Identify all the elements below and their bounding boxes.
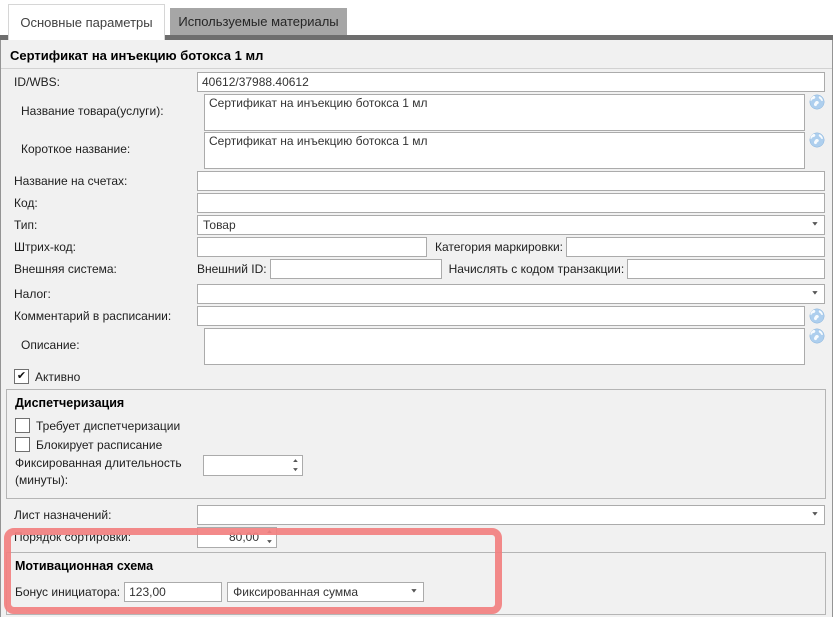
transaction-code-label: Начислять с кодом транзакции: <box>449 262 625 276</box>
row-requires-dispatch: Требует диспетчеризации <box>7 418 825 433</box>
stepper-buttons: ▲ ▼ <box>289 456 302 475</box>
globe-icon[interactable] <box>809 94 825 110</box>
external-id-input[interactable] <box>270 259 442 279</box>
dispatch-group-title: Диспетчеризация <box>7 393 825 414</box>
scheme-type-value: Фиксированная сумма <box>233 585 358 599</box>
chevron-down-icon: ▼ <box>410 588 419 594</box>
code-input[interactable] <box>197 193 825 213</box>
blocks-schedule-label: Блокирует расписание <box>36 438 162 452</box>
row-schedule-comment: Комментарий в расписании: <box>1 306 825 326</box>
row-type: Тип: Товар ▼ <box>1 215 825 235</box>
row-assignment-sheet: Лист назначений: ▼ <box>1 505 825 525</box>
type-dropdown[interactable]: Товар ▼ <box>197 215 825 235</box>
active-checkbox[interactable]: ✔ <box>14 369 29 384</box>
fixed-duration-stepper[interactable]: ▲ ▼ <box>203 455 303 476</box>
tab-main-parameters[interactable]: Основные параметры <box>8 4 165 40</box>
id-wbs-input[interactable] <box>197 72 825 92</box>
globe-icon[interactable] <box>809 328 825 344</box>
row-id-wbs: ID/WBS: <box>1 72 825 92</box>
sort-order-stepper[interactable]: ▲ ▼ <box>197 527 277 548</box>
description-label: Описание: <box>8 328 204 352</box>
marking-category-label: Категория маркировки: <box>435 240 563 254</box>
blocks-schedule-checkbox[interactable] <box>15 437 30 452</box>
description-textarea[interactable] <box>204 328 805 365</box>
account-name-input[interactable] <box>197 171 825 191</box>
motivation-groupbox: Мотивационная схема Бонус инициатора: Фи… <box>6 552 826 615</box>
spin-down-icon[interactable]: ▼ <box>285 466 306 476</box>
account-name-label: Название на счетах: <box>1 174 197 188</box>
requires-dispatch-checkbox[interactable] <box>15 418 30 433</box>
barcode-input[interactable] <box>197 237 427 257</box>
row-description: Описание: <box>8 328 825 365</box>
chevron-down-icon: ▼ <box>811 222 820 228</box>
tab-used-materials[interactable]: Используемые материалы <box>170 8 347 35</box>
short-name-label: Короткое название: <box>8 132 204 156</box>
motivation-group-title: Мотивационная схема <box>7 556 825 577</box>
type-dropdown-value: Товар <box>203 218 236 232</box>
spin-up-icon[interactable]: ▲ <box>285 456 306 466</box>
row-sort-order: Порядок сортировки: ▲ ▼ <box>1 527 825 548</box>
external-id-label: Внешний ID: <box>197 262 267 276</box>
product-name-label: Название товара(услуги): <box>8 94 204 118</box>
external-system-label: Внешняя система: <box>1 262 197 276</box>
globe-icon[interactable] <box>809 132 825 148</box>
code-label: Код: <box>1 196 197 210</box>
active-label: Активно <box>35 370 80 384</box>
page-title: Сертификат на инъекцию ботокса 1 мл <box>1 40 832 69</box>
row-blocks-schedule: Блокирует расписание <box>7 437 825 452</box>
globe-icon[interactable] <box>809 308 825 324</box>
stepper-buttons: ▲ ▼ <box>263 528 276 547</box>
scheme-type-dropdown[interactable]: Фиксированная сумма ▼ <box>227 582 424 602</box>
row-product-name: Название товара(услуги): Сертификат на и… <box>8 94 825 131</box>
initiator-bonus-label: Бонус инициатора: <box>15 585 120 599</box>
row-short-name: Короткое название: Сертификат на инъекци… <box>8 132 825 169</box>
sort-order-input[interactable] <box>198 528 263 547</box>
dispatch-groupbox: Диспетчеризация Требует диспетчеризации … <box>6 389 826 499</box>
id-wbs-label: ID/WBS: <box>1 75 197 89</box>
spin-down-icon[interactable]: ▼ <box>259 537 280 547</box>
tax-label: Налог: <box>1 287 197 301</box>
checkmark-icon: ✔ <box>17 371 26 382</box>
assignment-sheet-dropdown[interactable]: ▼ <box>197 505 825 525</box>
main-panel: Сертификат на инъекцию ботокса 1 мл ID/W… <box>0 40 833 617</box>
chevron-down-icon: ▼ <box>811 291 820 297</box>
transaction-code-input[interactable] <box>627 259 825 279</box>
schedule-comment-label: Комментарий в расписании: <box>1 309 197 323</box>
product-name-textarea[interactable]: Сертификат на инъекцию ботокса 1 мл <box>204 94 805 131</box>
tab-main-parameters-label: Основные параметры <box>20 15 152 30</box>
row-account-name: Название на счетах: <box>1 171 825 191</box>
requires-dispatch-label: Требует диспетчеризации <box>36 419 180 433</box>
chevron-down-icon: ▼ <box>811 511 820 517</box>
barcode-label: Штрих-код: <box>1 240 197 254</box>
tab-used-materials-label: Используемые материалы <box>178 14 338 29</box>
sort-order-label: Порядок сортировки: <box>1 530 197 544</box>
initiator-bonus-input[interactable] <box>124 582 222 602</box>
schedule-comment-input[interactable] <box>197 306 805 326</box>
type-label: Тип: <box>1 218 197 232</box>
row-initiator-bonus: Бонус инициатора: Фиксированная сумма ▼ <box>7 582 825 602</box>
fixed-duration-label: Фиксированная длительность (минуты): <box>15 455 203 489</box>
row-tax: Налог: ▼ <box>1 284 825 304</box>
assignment-sheet-label: Лист назначений: <box>1 508 197 522</box>
marking-category-input[interactable] <box>566 237 825 257</box>
spin-up-icon[interactable]: ▲ <box>259 528 280 538</box>
row-barcode: Штрих-код: Категория маркировки: <box>1 237 825 257</box>
tab-bar: Основные параметры Используемые материал… <box>0 0 833 40</box>
row-active: ✔ Активно <box>1 369 832 384</box>
row-fixed-duration: Фиксированная длительность (минуты): ▲ ▼ <box>7 455 825 489</box>
tax-dropdown[interactable]: ▼ <box>197 284 825 304</box>
short-name-textarea[interactable]: Сертификат на инъекцию ботокса 1 мл <box>204 132 805 169</box>
row-external-system: Внешняя система: Внешний ID: Начислять с… <box>1 259 825 279</box>
row-code: Код: <box>1 193 825 213</box>
fixed-duration-input[interactable] <box>204 456 289 475</box>
